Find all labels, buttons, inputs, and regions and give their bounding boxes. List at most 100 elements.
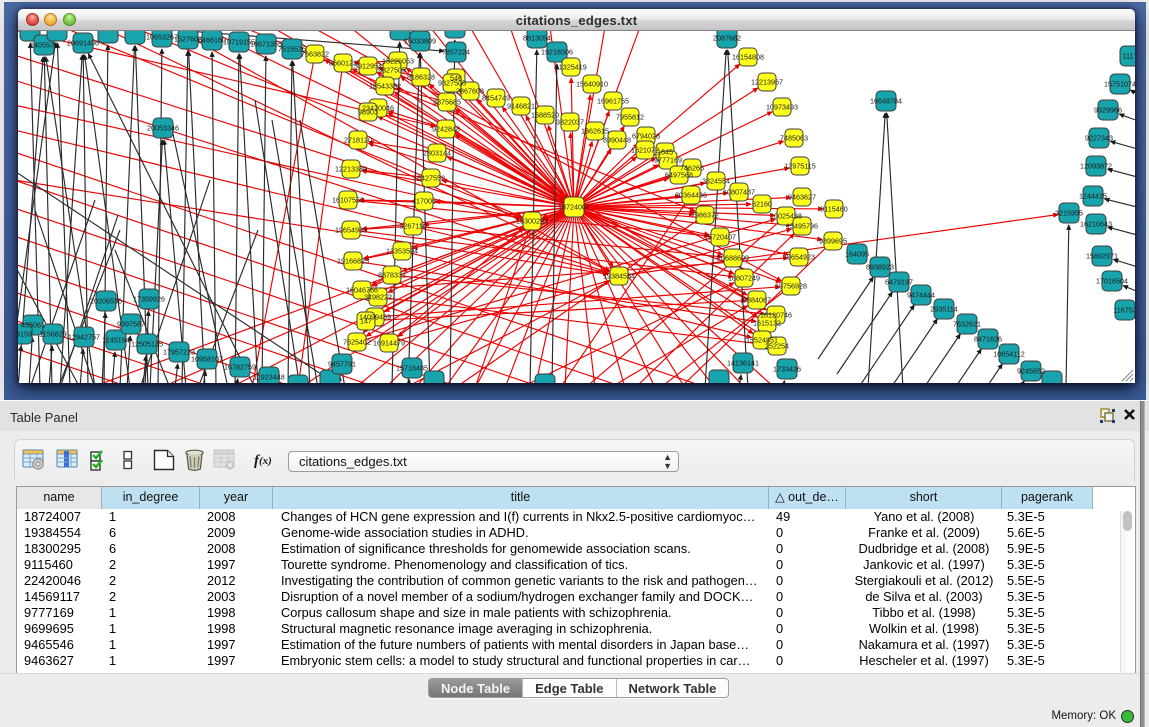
- svg-text:9463627: 9463627: [788, 193, 816, 202]
- svg-text:6497568: 6497568: [665, 171, 693, 180]
- svg-text:9884067: 9884067: [743, 296, 771, 305]
- svg-text:8454749: 8454749: [482, 94, 510, 103]
- svg-text:8427552: 8427552: [417, 174, 445, 183]
- svg-text:8990448: 8990448: [603, 136, 631, 145]
- svg-text:147: 147: [360, 317, 372, 326]
- svg-text:20206536: 20206536: [90, 297, 122, 306]
- svg-text:12213967: 12213967: [751, 78, 783, 87]
- svg-text:9245652: 9245652: [1017, 367, 1045, 376]
- svg-text:7663822: 7663822: [301, 50, 329, 59]
- svg-text:39159: 39159: [18, 330, 32, 339]
- svg-text:7955812: 7955812: [616, 113, 644, 122]
- svg-text:7632621: 7632621: [953, 320, 981, 329]
- svg-text:7485063: 7485063: [780, 134, 808, 143]
- svg-text:3498222: 3498222: [364, 293, 392, 302]
- svg-text:19384554: 19384554: [603, 272, 635, 281]
- svg-text:98903: 98903: [358, 108, 378, 117]
- svg-text:10654112: 10654112: [993, 350, 1024, 359]
- svg-text:9227343: 9227343: [1085, 134, 1113, 143]
- svg-text:10025438: 10025438: [770, 212, 802, 221]
- svg-text:3267110: 3267110: [399, 222, 426, 231]
- svg-text:7857224: 7857224: [442, 48, 470, 57]
- svg-text:6466160: 6466160: [198, 36, 226, 45]
- svg-text:2718120: 2718120: [344, 136, 372, 145]
- svg-text:12942757: 12942757: [68, 333, 100, 342]
- svg-text:12975115: 12975115: [784, 162, 815, 171]
- svg-text:16914479: 16914479: [373, 339, 405, 348]
- svg-text:15226053: 15226053: [382, 57, 414, 66]
- svg-text:15716485: 15716485: [396, 364, 428, 373]
- svg-text:18724007: 18724007: [558, 203, 590, 212]
- svg-text:10688609: 10688609: [717, 254, 749, 263]
- svg-text:16648784: 16648784: [870, 97, 902, 106]
- svg-text:15692971: 15692971: [1086, 252, 1118, 261]
- svg-text:15640910: 15640910: [576, 80, 608, 89]
- svg-text:9329966: 9329966: [1094, 106, 1122, 115]
- svg-text:15720407: 15720407: [704, 233, 736, 242]
- svg-text:9474444: 9474444: [907, 291, 935, 300]
- svg-text:19756928: 19756928: [775, 282, 807, 291]
- svg-text:9397587: 9397587: [117, 320, 145, 329]
- svg-text:19654923: 19654923: [783, 253, 815, 262]
- svg-text:14136141: 14136141: [727, 359, 759, 368]
- svg-text:18807249: 18807249: [728, 274, 760, 283]
- svg-text:2935114: 2935114: [930, 305, 957, 314]
- svg-text:2867608: 2867608: [456, 87, 484, 96]
- svg-text:19218506: 19218506: [541, 48, 573, 57]
- svg-text:9327505: 9327505: [378, 66, 406, 75]
- svg-text:2803144: 2803144: [423, 149, 451, 158]
- svg-text:9115460: 9115460: [820, 205, 847, 214]
- svg-text:8878332: 8878332: [378, 271, 406, 280]
- svg-text:9146821: 9146821: [507, 102, 535, 111]
- svg-text:16782759: 16782759: [224, 363, 256, 372]
- svg-text:16107553: 16107553: [332, 196, 364, 205]
- svg-text:16033809: 16033809: [404, 37, 436, 46]
- svg-text:16961755: 16961755: [597, 97, 629, 106]
- svg-text:9777169: 9777169: [654, 156, 682, 165]
- svg-text:12213389: 12213389: [335, 165, 367, 174]
- svg-text:1405571: 1405571: [30, 41, 58, 50]
- svg-text:116753: 116753: [1113, 306, 1135, 315]
- svg-text:(x): (x): [259, 455, 272, 467]
- svg-text:17016504: 17016504: [1096, 277, 1128, 286]
- svg-text:9242848: 9242848: [432, 125, 460, 134]
- svg-text:1362615: 1362615: [581, 127, 609, 136]
- svg-text:3824554: 3824554: [702, 177, 730, 186]
- svg-text:16154808: 16154808: [732, 53, 764, 62]
- svg-text:10807487: 10807487: [723, 188, 755, 197]
- svg-text:417006: 417006: [412, 197, 436, 206]
- svg-text:20691406: 20691406: [67, 39, 99, 48]
- svg-text:1117: 1117: [1123, 52, 1135, 61]
- svg-text:15495796: 15495796: [786, 222, 818, 231]
- svg-text:6479197: 6479197: [885, 278, 913, 287]
- svg-text:62160: 62160: [752, 200, 772, 209]
- svg-text:16543382: 16543382: [369, 82, 401, 91]
- svg-text:8813054: 8813054: [523, 34, 551, 43]
- svg-text:1156829: 1156829: [39, 330, 66, 339]
- svg-text:252254: 252254: [765, 342, 789, 351]
- svg-text:19166825: 19166825: [337, 257, 369, 266]
- svg-text:7625402: 7625402: [343, 338, 371, 347]
- svg-text:20053346: 20053346: [147, 124, 179, 133]
- svg-text:15300293: 15300293: [516, 217, 548, 226]
- svg-text:8660123: 8660123: [329, 59, 357, 68]
- svg-text:13353594: 13353594: [386, 247, 418, 256]
- svg-text:8938923: 8938923: [866, 263, 894, 272]
- svg-text:435061: 435061: [21, 321, 45, 330]
- svg-text:19654983: 19654983: [335, 226, 367, 235]
- svg-text:3822037: 3822037: [556, 118, 584, 127]
- svg-text:3875685: 3875685: [433, 98, 461, 107]
- svg-text:11325419: 11325419: [555, 63, 586, 72]
- svg-text:1615132: 1615132: [753, 319, 781, 328]
- svg-text:10973493: 10973493: [766, 103, 798, 112]
- svg-text:17359926: 17359926: [133, 295, 165, 304]
- svg-text:6794028: 6794028: [632, 132, 660, 141]
- svg-text:1145194: 1145194: [102, 336, 129, 345]
- svg-text:164095: 164095: [845, 250, 869, 259]
- svg-text:3215955: 3215955: [1055, 209, 1083, 218]
- svg-text:10958107: 10958107: [191, 355, 223, 364]
- svg-text:1244415: 1244415: [1079, 192, 1107, 201]
- svg-text:15751074: 15751074: [1104, 80, 1135, 89]
- svg-text:8471626: 8471626: [974, 335, 1002, 344]
- svg-text:2087682: 2087682: [713, 34, 741, 43]
